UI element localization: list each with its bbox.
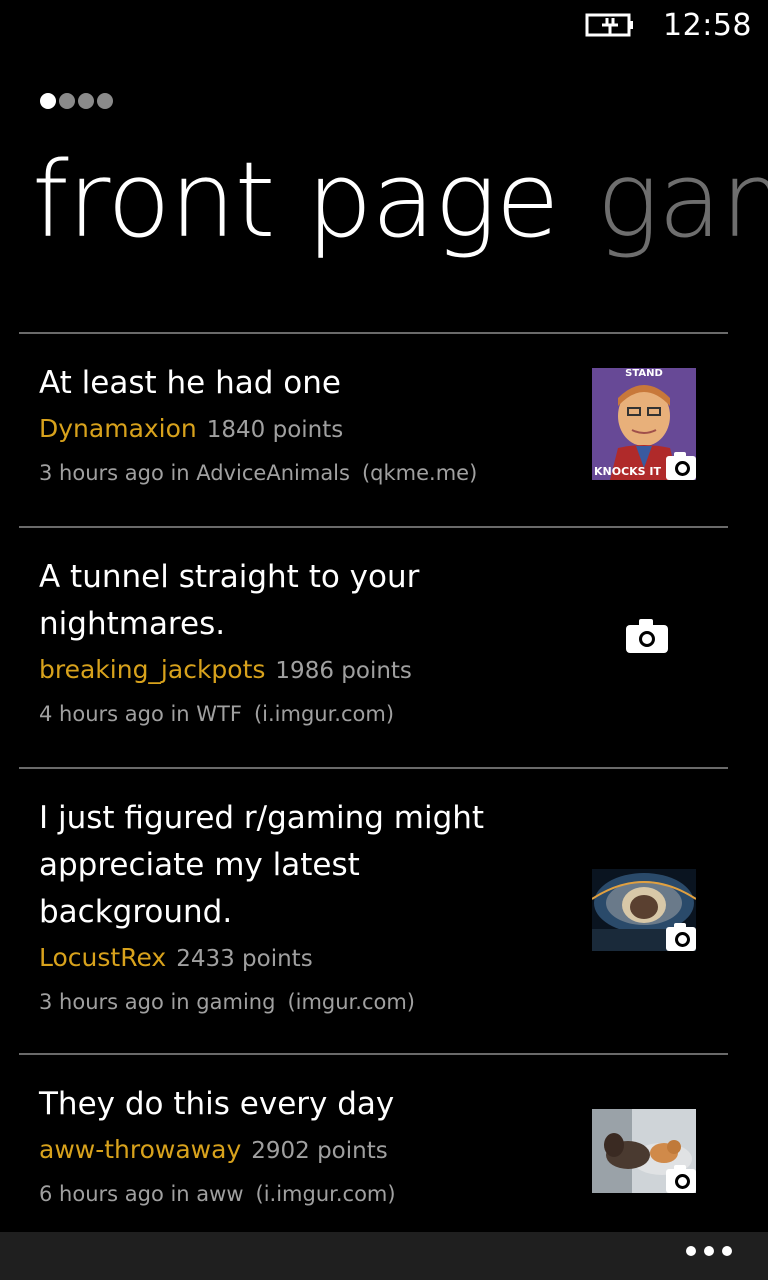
post-content: I just figured r/gaming might appreciate… bbox=[39, 795, 559, 1023]
thumb-caption-bottom: KNOCKS IT bbox=[594, 465, 662, 478]
post-meta: LocustRex 2433 points bbox=[39, 936, 559, 981]
post-thumbnail[interactable]: STAND KNOCKS IT bbox=[592, 368, 696, 480]
post-title: A tunnel straight to your nightmares. bbox=[39, 559, 420, 642]
post-subline: 4 hours ago in WTF (i.imgur.com) bbox=[39, 693, 559, 735]
post-domain: (qkme.me) bbox=[361, 461, 478, 485]
list-item[interactable]: I just figured r/gaming might appreciate… bbox=[19, 767, 728, 1053]
post-points: 1986 points bbox=[275, 658, 412, 684]
post-title: They do this every day bbox=[39, 1086, 395, 1122]
post-domain: (i.imgur.com) bbox=[253, 702, 395, 726]
post-content: A tunnel straight to your nightmares. br… bbox=[39, 554, 559, 735]
pivot-dot bbox=[97, 93, 113, 109]
list-item[interactable]: They do this every day aww-throwaway 2902… bbox=[19, 1053, 728, 1233]
post-points: 2902 points bbox=[251, 1138, 388, 1164]
camera-icon[interactable] bbox=[626, 619, 668, 653]
post-author[interactable]: aww-throwaway bbox=[39, 1135, 241, 1164]
camera-icon bbox=[666, 1165, 696, 1193]
post-meta: aww-throwaway 2902 points bbox=[39, 1128, 559, 1173]
post-meta: breaking_jackpots 1986 points bbox=[39, 648, 559, 693]
post-content: They do this every day aww-throwaway 2902… bbox=[39, 1081, 559, 1215]
post-author[interactable]: Dynamaxion bbox=[39, 414, 197, 443]
pivot-dot-active bbox=[40, 93, 56, 109]
post-author[interactable]: breaking_jackpots bbox=[39, 655, 265, 684]
post-thumbnail[interactable] bbox=[592, 1109, 696, 1193]
post-subline: 3 hours ago in AdviceAnimals (qkme.me) bbox=[39, 452, 559, 494]
post-time-subreddit: 3 hours ago in AdviceAnimals bbox=[39, 461, 350, 485]
post-thumbnail[interactable] bbox=[592, 869, 696, 951]
list-item[interactable]: A tunnel straight to your nightmares. br… bbox=[19, 526, 728, 767]
pivot-item-next[interactable]: gam bbox=[597, 139, 768, 261]
post-title: At least he had one bbox=[39, 365, 341, 401]
ellipsis-icon[interactable] bbox=[686, 1246, 732, 1256]
pivot-dot bbox=[59, 93, 75, 109]
post-domain: (i.imgur.com) bbox=[255, 1182, 396, 1206]
post-meta: Dynamaxion 1840 points bbox=[39, 407, 559, 452]
post-time-subreddit: 6 hours ago in aww bbox=[39, 1182, 244, 1206]
post-content: At least he had one Dynamaxion 1840 point… bbox=[39, 360, 559, 494]
post-subline: 3 hours ago in gaming (imgur.com) bbox=[39, 981, 559, 1023]
status-bar: 12:58 bbox=[585, 0, 752, 50]
post-points: 1840 points bbox=[206, 417, 344, 443]
camera-icon bbox=[666, 923, 696, 951]
post-points: 2433 points bbox=[176, 946, 313, 972]
list-item[interactable]: At least he had one Dynamaxion 1840 point… bbox=[19, 332, 728, 526]
post-time-subreddit: 3 hours ago in gaming bbox=[39, 990, 276, 1014]
thumb-caption-top: STAND bbox=[625, 368, 663, 379]
post-domain: (imgur.com) bbox=[287, 990, 415, 1014]
clock: 12:58 bbox=[663, 7, 752, 43]
pivot-indicator bbox=[40, 93, 113, 109]
pivot-header: front page gam bbox=[32, 130, 768, 270]
camera-icon bbox=[666, 452, 696, 480]
post-title: I just figured r/gaming might appreciate… bbox=[39, 800, 485, 930]
app-bar bbox=[0, 1232, 768, 1280]
pivot-item-front-page[interactable]: front page bbox=[32, 139, 560, 261]
post-author[interactable]: LocustRex bbox=[39, 943, 166, 972]
post-list: At least he had one Dynamaxion 1840 point… bbox=[19, 332, 728, 1233]
post-time-subreddit: 4 hours ago in WTF bbox=[39, 702, 242, 726]
pivot-dot bbox=[78, 93, 94, 109]
battery-charging-icon bbox=[585, 13, 634, 37]
post-subline: 6 hours ago in aww (i.imgur.com) bbox=[39, 1173, 559, 1215]
screen: 12:58 front page gam At least he had one … bbox=[0, 0, 768, 1280]
